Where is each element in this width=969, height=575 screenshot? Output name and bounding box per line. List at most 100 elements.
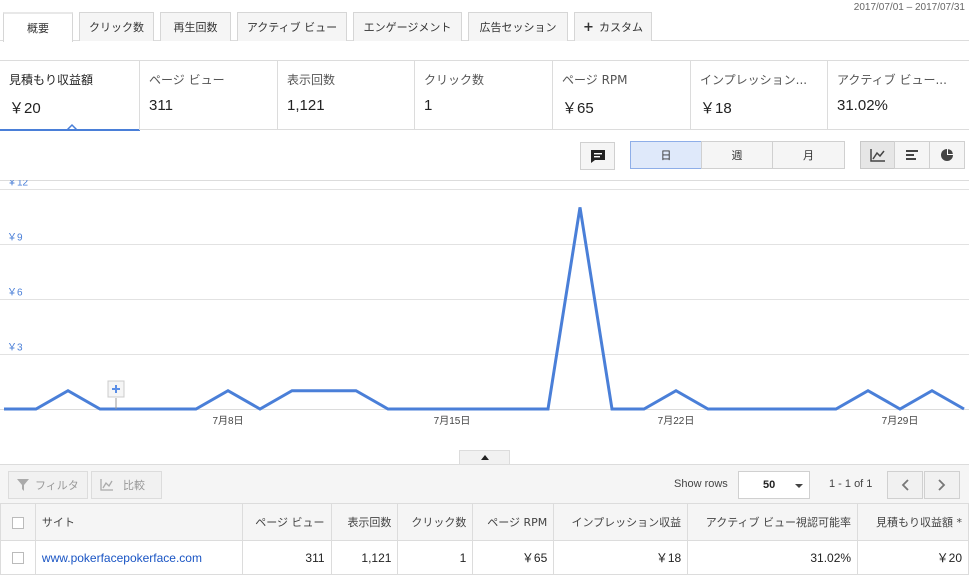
metric-label: クリック数 [424, 73, 485, 87]
earnings-line-chart: ￥3 ￥6 ￥9 ￥12 7月8日 7月15日 7月22日 7月29日 [0, 180, 969, 427]
x-tick-label: 7月22日 [658, 415, 695, 427]
y-tick-label: ￥3 [7, 343, 23, 354]
tab-label: 再生回数 [173, 21, 218, 34]
comment-icon [590, 149, 605, 163]
chevron-right-icon [938, 479, 946, 491]
pie-chart-button[interactable] [929, 141, 965, 169]
metric-cards: 見積もり収益額 ￥20 ページ ビュー 311 表示回数 1,121 クリック数… [0, 60, 969, 131]
period-month-button[interactable]: 月 [772, 141, 845, 169]
x-tick-label: 7月8日 [212, 415, 243, 427]
select-all-checkbox-cell[interactable] [0, 503, 36, 541]
plus-icon: + [583, 19, 594, 35]
report-tabs: 概要 クリック数 再生回数 アクティブ ビュー エンゲージメント 広告セッション… [0, 0, 969, 42]
x-tick-label: 7月29日 [882, 415, 919, 427]
select-all-checkbox[interactable] [11, 516, 24, 529]
x-tick-label: 7月15日 [434, 415, 471, 427]
page-views-cell: 311 [241, 540, 332, 575]
metric-value: 311 [149, 97, 173, 114]
metric-value: 31.02% [837, 97, 888, 114]
y-tick-label: ￥12 [7, 180, 29, 189]
impressions-cell: 1,121 [330, 540, 399, 575]
table-toolbar: フィルタ 比較 Show rows 50 1 - 1 of 1 [0, 464, 969, 504]
prev-page-button[interactable] [887, 471, 923, 499]
compare-chart-icon [100, 479, 113, 491]
tab-label: 広告セッション [479, 21, 557, 34]
col-header-estimated-earnings[interactable]: 見積もり収益額 * [857, 503, 969, 541]
metric-impressions[interactable]: 表示回数 1,121 [277, 61, 415, 130]
period-month-label: 月 [803, 149, 814, 162]
col-header-page-rpm[interactable]: ページ RPM [472, 503, 555, 541]
tab-plays[interactable]: 再生回数 [160, 12, 231, 41]
compare-label: 比較 [123, 479, 145, 492]
page-rpm-cell: ￥65 [472, 540, 555, 575]
col-header-site[interactable]: サイト [34, 503, 243, 541]
tab-ad-sessions[interactable]: 広告セッション [468, 12, 568, 41]
y-tick-label: ￥6 [7, 288, 23, 299]
line-chart-icon [869, 149, 885, 162]
sites-table: サイト ページ ビュー 表示回数 クリック数 ページ RPM インプレッション収… [0, 503, 969, 575]
col-header-impressions[interactable]: 表示回数 [330, 503, 399, 541]
y-tick-label: ￥9 [7, 233, 23, 244]
metric-clicks[interactable]: クリック数 1 [414, 61, 553, 130]
tab-label: カスタム [598, 21, 643, 34]
clicks-cell: 1 [397, 540, 474, 575]
tab-active-view[interactable]: アクティブ ビュー [237, 12, 347, 41]
tab-label: アクティブ ビュー [246, 21, 338, 34]
site-link[interactable]: www.pokerfacepokerface.com [42, 551, 202, 565]
period-day-button[interactable]: 日 [630, 141, 702, 169]
metric-value: 1 [424, 97, 433, 114]
date-range[interactable]: 2017/07/01 – 2017/07/31 [854, 2, 965, 13]
compare-button[interactable]: 比較 [91, 471, 162, 499]
metric-active-view[interactable]: アクティブ ビュー... 31.02% [827, 61, 969, 130]
tab-custom[interactable]: + カスタム [574, 12, 652, 41]
next-page-button[interactable] [924, 471, 960, 499]
metric-estimated-earnings[interactable]: 見積もり収益額 ￥20 [0, 61, 140, 131]
line-chart-button[interactable] [860, 141, 895, 169]
metric-page-views[interactable]: ページ ビュー 311 [139, 61, 278, 130]
chevron-left-icon [901, 479, 909, 491]
metric-impression-revenue[interactable]: インプレッション... ￥18 [690, 61, 828, 130]
col-header-clicks[interactable]: クリック数 [397, 503, 474, 541]
tab-engagement[interactable]: エンゲージメント [353, 12, 462, 41]
period-day-label: 日 [660, 149, 672, 162]
active-view-cell: 31.02% [687, 540, 859, 575]
metric-value: ￥20 [9, 100, 41, 117]
col-header-page-views[interactable]: ページ ビュー [241, 503, 332, 541]
metric-label: アクティブ ビュー... [837, 73, 947, 87]
site-cell: www.pokerfacepokerface.com [34, 540, 243, 575]
row-checkbox-cell[interactable] [0, 540, 36, 575]
filter-label: フィルタ [35, 479, 79, 492]
metric-label: 表示回数 [287, 73, 336, 87]
collapse-chart-button[interactable] [459, 450, 510, 465]
tab-label: 概要 [27, 22, 49, 35]
bar-chart-button[interactable] [894, 141, 930, 169]
period-week-button[interactable]: 週 [701, 141, 773, 169]
tab-clicks[interactable]: クリック数 [79, 12, 154, 41]
col-header-impression-revenue[interactable]: インプレッション収益 [553, 503, 689, 541]
row-checkbox[interactable] [11, 552, 24, 565]
table-row: www.pokerfacepokerface.com 311 1,121 1 ￥… [0, 540, 969, 575]
selected-caret-icon [66, 123, 78, 131]
metric-label: インプレッション... [700, 73, 808, 87]
table-header-row: サイト ページ ビュー 表示回数 クリック数 ページ RPM インプレッション収… [0, 503, 969, 541]
impression-revenue-cell: ￥18 [553, 540, 689, 575]
metric-label: ページ ビュー [149, 73, 225, 87]
tab-label: クリック数 [89, 21, 144, 34]
annotation-button[interactable] [580, 142, 615, 170]
metric-label: 見積もり収益額 [9, 73, 94, 87]
filter-icon [17, 479, 29, 491]
metric-label: ページ RPM [562, 73, 628, 87]
metric-value: 1,121 [287, 97, 325, 114]
rows-per-page-select[interactable]: 50 [738, 471, 810, 499]
series-line [4, 207, 965, 411]
filter-button[interactable]: フィルタ [8, 471, 88, 499]
rows-per-page-value: 50 [763, 479, 776, 491]
col-header-active-view[interactable]: アクティブ ビュー視認可能率 [687, 503, 859, 541]
pie-chart-icon [941, 149, 953, 161]
tab-label: エンゲージメント [363, 21, 452, 34]
estimated-earnings-cell: ￥20 [857, 540, 969, 575]
period-week-label: 週 [731, 149, 743, 162]
bar-chart-icon [906, 150, 918, 160]
tab-overview[interactable]: 概要 [3, 12, 73, 42]
metric-page-rpm[interactable]: ページ RPM ￥65 [552, 61, 691, 130]
